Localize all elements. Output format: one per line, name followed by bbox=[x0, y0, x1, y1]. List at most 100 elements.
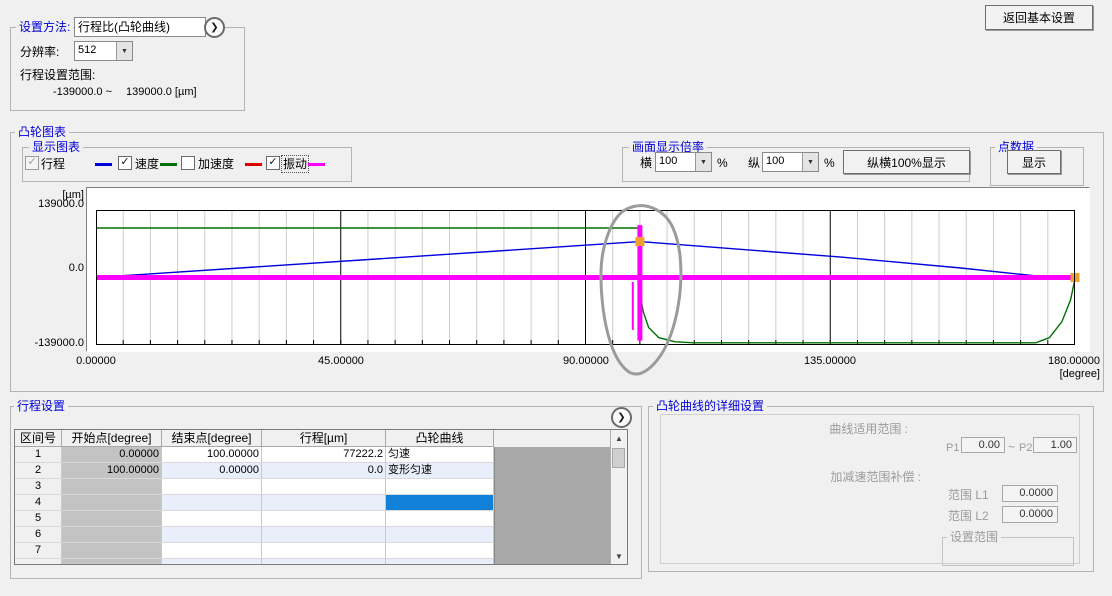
table-cell[interactable] bbox=[262, 495, 386, 511]
method-expand-button[interactable]: ❯ bbox=[204, 17, 225, 38]
table-cell[interactable] bbox=[62, 559, 162, 565]
table-cell[interactable] bbox=[386, 495, 494, 511]
back-to-basic-settings-button[interactable]: 返回基本设置 bbox=[985, 5, 1093, 30]
table-cell[interactable] bbox=[262, 527, 386, 543]
table-cell[interactable] bbox=[262, 559, 386, 565]
point-data-display-button[interactable]: 显示 bbox=[1007, 150, 1061, 174]
table-cell[interactable]: 7 bbox=[15, 543, 62, 559]
table-cell[interactable]: 5 bbox=[15, 511, 62, 527]
stroke-settings-expand-button[interactable]: ❯ bbox=[611, 407, 632, 428]
table-cell[interactable] bbox=[262, 543, 386, 559]
stroke-checkbox[interactable]: ✓ bbox=[25, 156, 39, 170]
table-cell[interactable] bbox=[162, 543, 262, 559]
table-row: 5 bbox=[15, 511, 494, 527]
resolution-label: 分辨率: bbox=[20, 45, 59, 59]
vertical-label: 纵 bbox=[748, 156, 760, 170]
table-cell[interactable] bbox=[262, 479, 386, 495]
table-unused-area bbox=[494, 430, 611, 564]
table-cell[interactable]: 匀速 bbox=[386, 447, 494, 463]
table-cell[interactable] bbox=[386, 511, 494, 527]
range-l1-field: 0.0000 bbox=[1002, 485, 1058, 502]
table-row: 10.00000100.0000077222.2匀速 bbox=[15, 447, 494, 463]
vibration-checkbox[interactable]: ✓ bbox=[266, 156, 280, 170]
scroll-up-button[interactable]: ▲ bbox=[611, 430, 627, 446]
display-chart-caption: 显示图表 bbox=[29, 140, 83, 154]
dropdown-button[interactable]: ▼ bbox=[116, 42, 132, 60]
cam-chart-caption: 凸轮图表 bbox=[15, 125, 69, 139]
table-cell[interactable] bbox=[62, 479, 162, 495]
x-tick-135: 135.00000 bbox=[790, 355, 870, 367]
curve-range-label: 曲线适用范围 : bbox=[788, 422, 908, 436]
vibration-label: 振动 bbox=[283, 157, 307, 171]
table-cell[interactable] bbox=[62, 527, 162, 543]
range-to: 139000.0 [µm] bbox=[126, 85, 197, 99]
table-cell[interactable]: 100.00000 bbox=[62, 463, 162, 479]
table-cell[interactable]: 0.00000 bbox=[162, 463, 262, 479]
table-cell[interactable] bbox=[62, 511, 162, 527]
p2-field: 1.00 bbox=[1033, 437, 1077, 453]
x-tick-0: 0.00000 bbox=[56, 355, 136, 367]
table-cell[interactable]: 变形匀速 bbox=[386, 463, 494, 479]
table-cell[interactable] bbox=[386, 527, 494, 543]
stroke-label: 行程 bbox=[41, 157, 65, 171]
table-cell[interactable]: 3 bbox=[15, 479, 62, 495]
table-cell[interactable] bbox=[62, 543, 162, 559]
table-cell[interactable] bbox=[386, 479, 494, 495]
table-cell[interactable] bbox=[162, 479, 262, 495]
table-cell[interactable]: 2 bbox=[15, 463, 62, 479]
table-body: 10.00000100.0000077222.2匀速2100.000000.00… bbox=[15, 447, 494, 565]
table-cell[interactable]: 6 bbox=[15, 527, 62, 543]
table-cell[interactable]: 1 bbox=[15, 447, 62, 463]
table-cell[interactable] bbox=[162, 559, 262, 565]
table-cell[interactable]: 0.0 bbox=[262, 463, 386, 479]
resolution-value: 512 bbox=[75, 42, 116, 60]
vibration-color-dash bbox=[308, 163, 325, 166]
column-header: 区间号 bbox=[15, 430, 62, 447]
vertical-zoom-select[interactable]: 100 ▼ bbox=[762, 152, 819, 172]
scroll-up-icon: ▲ bbox=[615, 434, 623, 443]
table-scrollbar[interactable]: ▲ ▼ bbox=[610, 430, 627, 564]
table-cell[interactable]: 77222.2 bbox=[262, 447, 386, 463]
velocity-checkbox[interactable]: ✓ bbox=[118, 156, 132, 170]
horizontal-percent: % bbox=[717, 156, 728, 170]
range-label: 行程设置范围: bbox=[20, 68, 95, 82]
table-cell[interactable] bbox=[386, 543, 494, 559]
p1-field: 0.00 bbox=[961, 437, 1005, 453]
chevron-right-icon: ❯ bbox=[617, 413, 625, 423]
table-cell[interactable] bbox=[386, 559, 494, 565]
table-cell[interactable] bbox=[162, 527, 262, 543]
cam-curve-detail-caption: 凸轮曲线的详细设置 bbox=[653, 399, 767, 413]
acceleration-checkbox[interactable] bbox=[181, 156, 195, 170]
table-cell[interactable] bbox=[162, 495, 262, 511]
table-row: 6 bbox=[15, 527, 494, 543]
resolution-select[interactable]: 512 ▼ bbox=[74, 41, 133, 61]
table-cell[interactable] bbox=[15, 559, 62, 565]
dropdown-button[interactable]: ▼ bbox=[802, 153, 818, 171]
table-cell[interactable] bbox=[62, 495, 162, 511]
method-group-caption: 设置方法: bbox=[16, 20, 73, 34]
table-row bbox=[15, 559, 494, 565]
table-cell[interactable]: 100.00000 bbox=[162, 447, 262, 463]
y-tick-zero: 0.0 bbox=[14, 262, 84, 274]
scroll-down-button[interactable]: ▼ bbox=[611, 548, 627, 564]
dropdown-button[interactable]: ▼ bbox=[695, 153, 711, 171]
table-cell[interactable]: 0.00000 bbox=[62, 447, 162, 463]
set-range-caption: 设置范围 bbox=[947, 530, 1001, 544]
table-cell[interactable]: 4 bbox=[15, 495, 62, 511]
velocity-label: 速度 bbox=[135, 157, 159, 171]
vertical-percent: % bbox=[824, 156, 835, 170]
p1-label: P1 bbox=[946, 441, 959, 455]
column-header: 结束点[degree] bbox=[162, 430, 262, 447]
method-field[interactable]: 行程比(凸轮曲线) bbox=[74, 17, 206, 37]
cam-chart-plot bbox=[96, 210, 1075, 345]
x-axis-unit: [degree] bbox=[1020, 368, 1100, 380]
table-cell[interactable] bbox=[162, 511, 262, 527]
table-cell[interactable] bbox=[262, 511, 386, 527]
column-header: 开始点[degree] bbox=[62, 430, 162, 447]
fit-100-percent-button[interactable]: 纵横100%显示 bbox=[843, 150, 970, 174]
range-l2-field: 0.0000 bbox=[1002, 506, 1058, 523]
horizontal-zoom-select[interactable]: 100 ▼ bbox=[655, 152, 712, 172]
set-range-group: 设置范围 bbox=[942, 537, 1074, 566]
column-header: 凸轮曲线 bbox=[386, 430, 494, 447]
scrollbar-thumb[interactable] bbox=[612, 448, 625, 468]
